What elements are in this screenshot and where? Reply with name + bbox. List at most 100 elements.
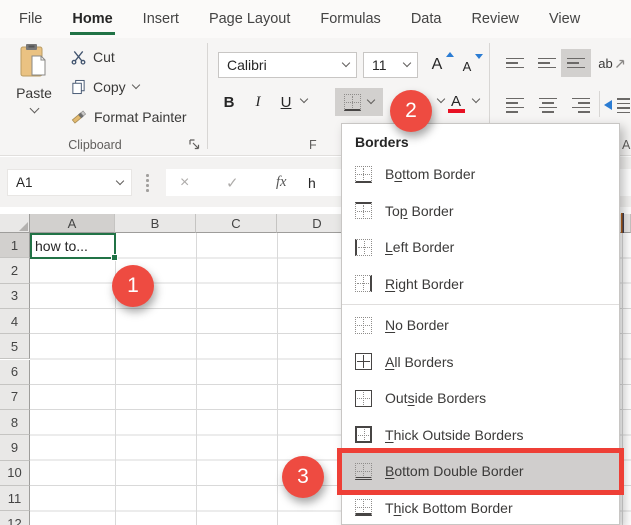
menu-item-label: Top Border — [385, 202, 454, 219]
row-header-11[interactable]: 11 — [0, 486, 30, 512]
tab-review[interactable]: Review — [456, 0, 534, 38]
name-box-chevron-icon[interactable] — [115, 176, 125, 185]
copy-chevron-icon[interactable] — [131, 80, 140, 90]
menu-item-right-border[interactable]: Right Border — [342, 266, 619, 303]
underline-button[interactable]: U — [274, 88, 298, 116]
no-border-icon — [355, 316, 372, 334]
grid-line-vertical — [277, 233, 278, 525]
menu-item-thick-bottom-border[interactable]: Thick Bottom Border — [342, 490, 619, 525]
bold-button[interactable]: B — [216, 88, 242, 116]
fill-handle[interactable] — [111, 254, 118, 261]
column-header-c[interactable]: C — [196, 214, 277, 233]
grid-line-vertical — [196, 233, 197, 525]
left-border-icon — [355, 238, 372, 256]
format-painter-button[interactable]: Format Painter — [71, 109, 187, 125]
menu-item-label: Right Border — [385, 275, 464, 292]
bottom-border-icon — [344, 93, 361, 111]
menu-item-label: Left Border — [385, 239, 455, 256]
row-header-7[interactable]: 7 — [0, 384, 30, 411]
select-all-corner[interactable] — [0, 214, 30, 233]
copy-icon — [72, 79, 85, 95]
font-color-letter: A — [450, 93, 461, 110]
font-color-button[interactable]: A — [443, 88, 469, 116]
cell-a1-selected[interactable]: how to... — [30, 233, 118, 261]
paste-label: Paste — [16, 85, 52, 101]
font-size-chevron-icon[interactable] — [402, 58, 412, 68]
column-header-b[interactable]: B — [115, 214, 196, 233]
row-header-9[interactable]: 9 — [0, 435, 30, 461]
orientation-label: ab — [598, 55, 613, 71]
menu-separator — [342, 304, 619, 305]
clipboard-group-label: Clipboard — [68, 138, 122, 152]
menu-item-top-border[interactable]: Top Border — [342, 193, 619, 230]
font-size-combobox[interactable]: 11 — [363, 52, 418, 78]
cut-button[interactable]: Cut — [71, 49, 115, 65]
borders-button-active[interactable] — [335, 88, 383, 116]
ribbon-tab-bar: File Home Insert Page Layout Formulas Da… — [0, 0, 631, 38]
annotation-step-2: 2 — [390, 90, 432, 132]
top-align-button[interactable] — [500, 49, 530, 77]
name-box[interactable]: A1 — [7, 169, 132, 196]
tab-data[interactable]: Data — [396, 0, 457, 38]
annotation-step-3: 3 — [282, 456, 324, 498]
tab-file[interactable]: File — [4, 0, 57, 38]
align-right-icon — [572, 97, 590, 113]
formula-bar-grip[interactable] — [146, 174, 149, 192]
tab-page-layout[interactable]: Page Layout — [194, 0, 305, 38]
tab-home[interactable]: Home — [57, 0, 127, 38]
align-left-button[interactable] — [500, 91, 530, 119]
clipboard-dialog-launcher-icon[interactable] — [189, 139, 200, 150]
tab-insert[interactable]: Insert — [128, 0, 194, 38]
menu-item-all-borders[interactable]: All Borders — [342, 344, 619, 381]
formula-bar-value: h — [308, 174, 316, 191]
paste-button[interactable]: Paste — [8, 43, 60, 143]
menu-item-no-border[interactable]: No Border — [342, 307, 619, 344]
font-group-label-partial: F — [309, 138, 317, 152]
menu-item-bottom-border[interactable]: Bottom Border — [342, 156, 619, 193]
row-header-3[interactable]: 3 — [0, 283, 30, 309]
cancel-icon[interactable]: × — [180, 169, 189, 196]
font-color-chevron-icon[interactable] — [471, 94, 481, 104]
align-right-button[interactable] — [566, 91, 596, 119]
menu-item-label: Bottom Double Border — [385, 463, 524, 480]
top-align-icon — [506, 57, 524, 69]
middle-align-button[interactable] — [532, 49, 562, 77]
cut-label: Cut — [93, 49, 115, 65]
paste-chevron-icon[interactable] — [29, 103, 39, 114]
row-header-12[interactable]: 12 — [0, 511, 30, 525]
menu-item-left-border[interactable]: Left Border — [342, 229, 619, 266]
row-header-10[interactable]: 10 — [0, 460, 30, 486]
italic-button[interactable]: I — [246, 88, 270, 116]
decrease-font-size-button[interactable]: A — [457, 54, 483, 76]
alignment-group-label-partial: A — [622, 138, 631, 152]
column-header-a[interactable]: A — [30, 214, 115, 233]
row-header-1[interactable]: 1 — [0, 233, 30, 259]
row-header-4[interactable]: 4 — [0, 308, 30, 335]
grow-caret-icon — [446, 52, 454, 57]
menu-item-label: Bottom Border — [385, 166, 476, 183]
decrease-indent-button[interactable] — [604, 97, 630, 113]
increase-font-size-button[interactable]: A — [426, 52, 454, 76]
underline-chevron-icon[interactable] — [299, 94, 309, 104]
decrease-indent-arrow-icon — [604, 100, 612, 110]
font-name-chevron-icon[interactable] — [341, 58, 351, 68]
tab-view[interactable]: View — [534, 0, 595, 38]
font-name-combobox[interactable]: Calibri — [218, 52, 357, 78]
bottom-double-border-icon — [355, 462, 372, 480]
copy-button[interactable]: Copy — [71, 79, 140, 95]
tab-formulas[interactable]: Formulas — [305, 0, 395, 38]
font-color-swatch — [447, 109, 465, 113]
insert-function-icon[interactable]: fx — [276, 169, 286, 196]
orientation-button[interactable]: ab — [597, 52, 627, 74]
enter-icon[interactable]: ✓ — [226, 169, 239, 196]
row-header-6[interactable]: 6 — [0, 359, 30, 385]
row-header-2[interactable]: 2 — [0, 258, 30, 284]
align-center-button[interactable] — [533, 91, 563, 119]
bottom-align-button-selected[interactable] — [561, 49, 591, 77]
row-header-8[interactable]: 8 — [0, 410, 30, 436]
menu-item-bottom-double-border[interactable]: Bottom Double Border — [342, 453, 619, 490]
menu-item-thick-outside-borders[interactable]: Thick Outside Borders — [342, 417, 619, 454]
row-header-5[interactable]: 5 — [0, 334, 30, 360]
small-separator — [599, 91, 600, 117]
menu-item-outside-borders[interactable]: Outside Borders — [342, 380, 619, 417]
